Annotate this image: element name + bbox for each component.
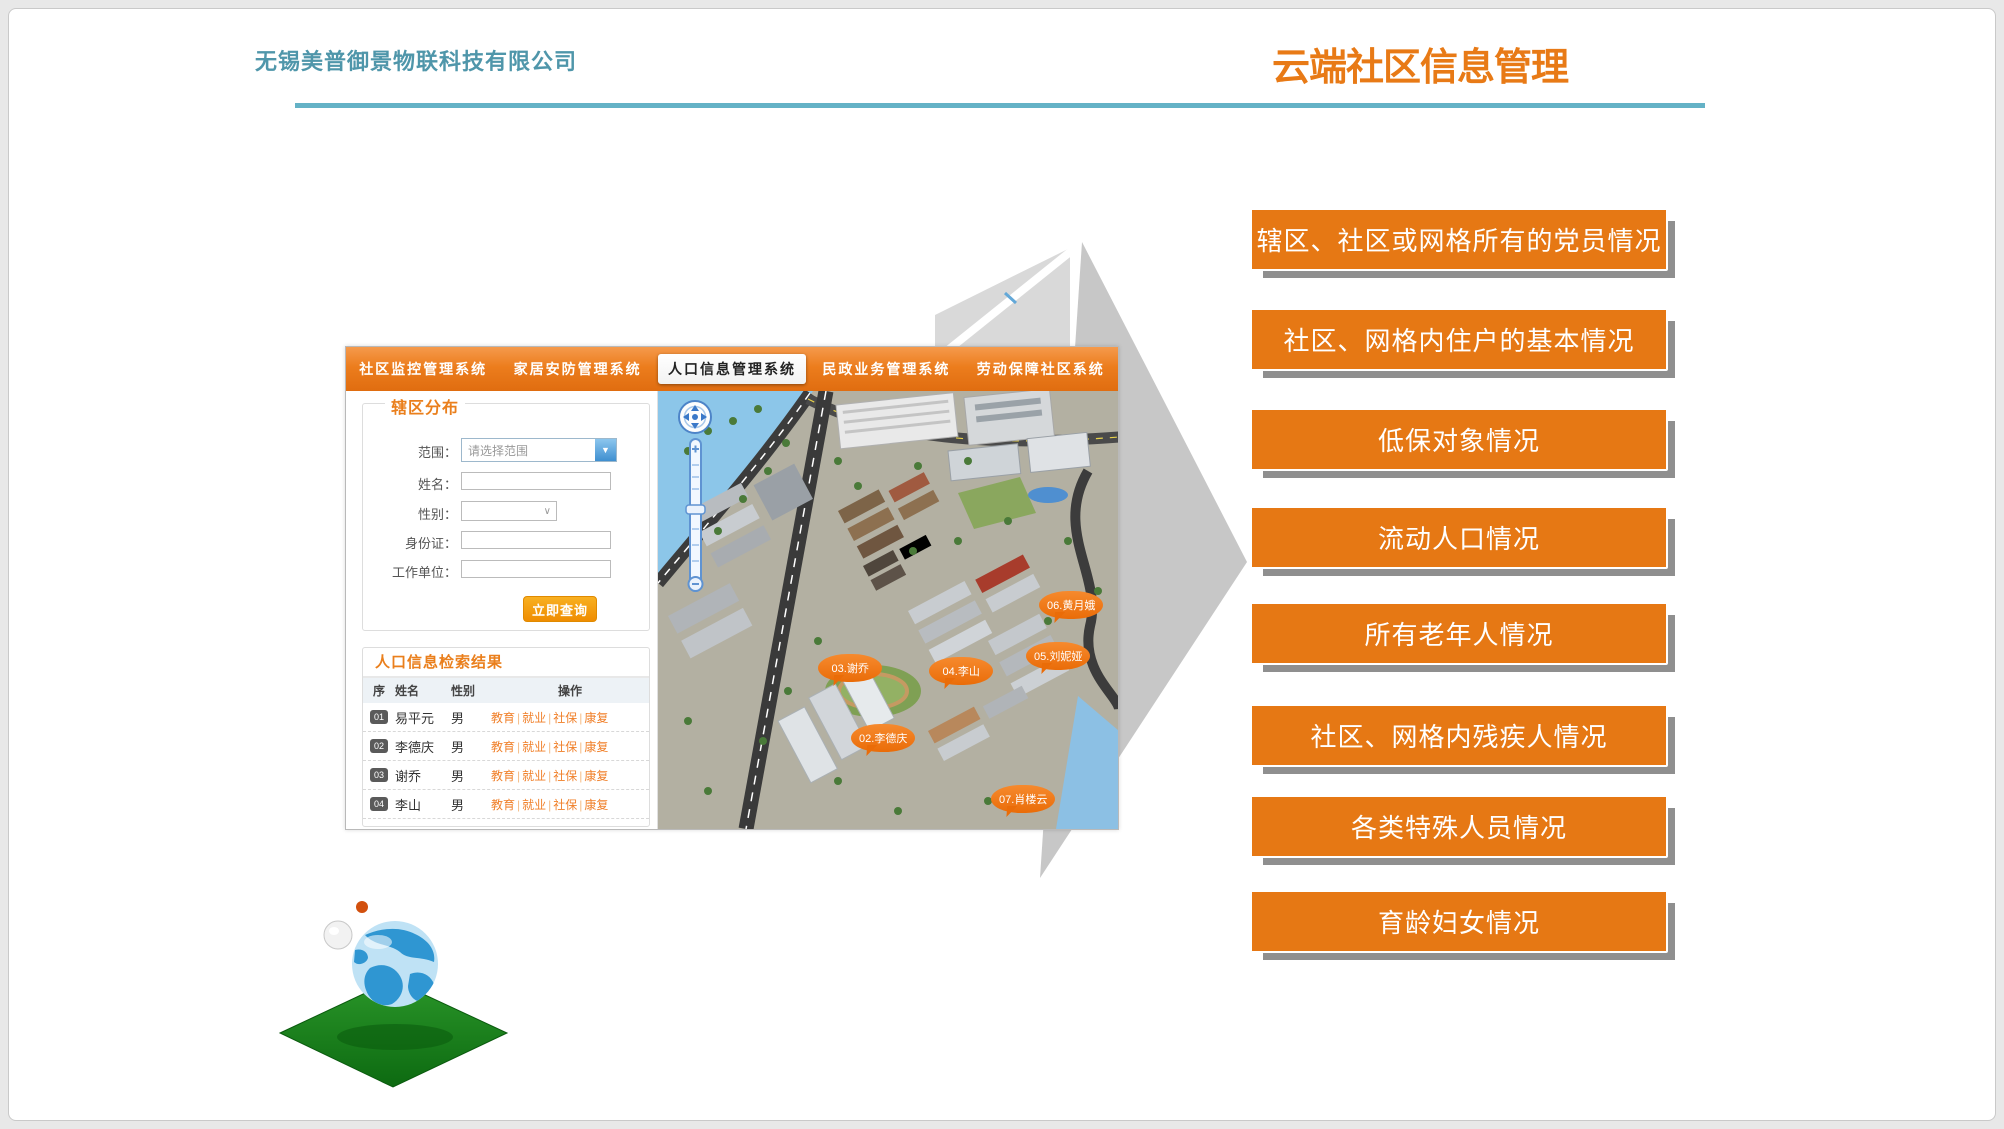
action-link[interactable]: 就业	[522, 740, 546, 754]
feature-banner-elderly: 所有老年人情况	[1250, 602, 1668, 665]
tab-home-security[interactable]: 家居安防管理系统	[504, 354, 652, 384]
chevron-down-icon[interactable]: ▼	[595, 439, 616, 461]
action-link[interactable]: 康复	[584, 798, 608, 812]
action-link[interactable]: 教育	[491, 740, 515, 754]
tab-community-monitor[interactable]: 社区监控管理系统	[349, 354, 497, 384]
action-link[interactable]: 康复	[584, 711, 608, 725]
table-row: 02 李德庆 男 教育|就业|社保|康复	[363, 732, 649, 761]
action-link[interactable]: 社保	[553, 798, 577, 812]
map-marker[interactable]: 03.谢乔	[818, 654, 882, 682]
work-unit-field[interactable]	[461, 560, 611, 578]
action-link[interactable]: 康复	[584, 769, 608, 783]
map-marker[interactable]: 05.刘妮娅	[1026, 642, 1090, 670]
orange-dot	[356, 901, 368, 913]
map-marker[interactable]: 04.李山	[929, 657, 993, 685]
district-fieldset: 辖区分布 范围： 请选择范围 ▼ 姓名： 性别： ∨ 身份证： 工作单位： 立即…	[362, 403, 650, 631]
feature-banner-migrants: 流动人口情况	[1250, 506, 1668, 569]
action-link[interactable]: 就业	[522, 769, 546, 783]
query-button[interactable]: 立即查询	[523, 596, 597, 622]
action-link[interactable]: 教育	[491, 711, 515, 725]
map-view[interactable]: 02.李德庆 03.谢乔 04.李山 05.刘妮娅 06.黄月娥 07.肖楼云	[658, 391, 1118, 829]
table-row: 04 李山 男 教育|就业|社保|康复	[363, 790, 649, 819]
results-title: 人口信息检索结果	[363, 648, 649, 678]
action-link[interactable]: 社保	[553, 711, 577, 725]
action-link[interactable]: 就业	[522, 798, 546, 812]
white-sphere	[324, 921, 352, 949]
id-card-field[interactable]	[461, 531, 611, 549]
work-unit-label: 工作单位：	[363, 562, 457, 581]
table-row: 01 易平元 男 教育|就业|社保|康复	[363, 703, 649, 732]
name-field[interactable]	[461, 472, 611, 490]
map-marker[interactable]: 06.黄月娥	[1039, 591, 1103, 619]
row-number-badge: 04	[370, 797, 388, 811]
scope-select[interactable]: 请选择范围 ▼	[461, 438, 617, 462]
map-zoom-control[interactable]	[670, 393, 720, 613]
action-link[interactable]: 社保	[553, 769, 577, 783]
app-nav-bar: 社区监控管理系统 家居安防管理系统 人口信息管理系统 民政业务管理系统 劳动保障…	[346, 347, 1118, 391]
feature-banner-disabled: 社区、网格内残疾人情况	[1250, 704, 1668, 767]
action-link[interactable]: 教育	[491, 769, 515, 783]
feature-banner-special-groups: 各类特殊人员情况	[1250, 795, 1668, 858]
gender-label: 性别：	[363, 504, 457, 523]
scope-label: 范围：	[363, 442, 457, 461]
action-link[interactable]: 康复	[584, 740, 608, 754]
row-number-badge: 01	[370, 710, 388, 724]
gender-select[interactable]: ∨	[461, 501, 557, 521]
search-panel: 辖区分布 范围： 请选择范围 ▼ 姓名： 性别： ∨ 身份证： 工作单位： 立即…	[346, 391, 658, 829]
feature-banner-low-income: 低保对象情况	[1250, 408, 1668, 471]
fieldset-title: 辖区分布	[385, 394, 465, 418]
map-marker[interactable]: 07.肖楼云	[991, 785, 1055, 813]
tab-population-info[interactable]: 人口信息管理系统	[658, 354, 806, 384]
results-header-row: 序 姓名 性别 操作	[363, 678, 649, 703]
feature-banner-households: 社区、网格内住户的基本情况	[1250, 308, 1668, 371]
row-number-badge: 02	[370, 739, 388, 753]
feature-banner-party-members: 辖区、社区或网格所有的党员情况	[1250, 208, 1668, 271]
chevron-down-icon: ∨	[544, 506, 556, 517]
results-panel: 人口信息检索结果 序 姓名 性别 操作 01 易平元 男 教育|就业|社保|康复…	[362, 647, 650, 827]
app-window: 社区监控管理系统 家居安防管理系统 人口信息管理系统 民政业务管理系统 劳动保障…	[345, 346, 1119, 830]
company-name: 无锡美普御景物联科技有限公司	[255, 44, 577, 76]
tab-labor-security[interactable]: 劳动保障社区系统	[967, 354, 1115, 384]
id-card-label: 身份证：	[363, 533, 457, 552]
tab-civil-affairs[interactable]: 民政业务管理系统	[812, 354, 960, 384]
action-link[interactable]: 教育	[491, 798, 515, 812]
table-row: 03 谢乔 男 教育|就业|社保|康复	[363, 761, 649, 790]
arrow-echo	[935, 248, 1070, 346]
map-marker[interactable]: 02.李德庆	[851, 724, 915, 752]
row-number-badge: 03	[370, 768, 388, 782]
action-link[interactable]: 社保	[553, 740, 577, 754]
name-label: 姓名：	[363, 474, 457, 493]
feature-banner-childbearing-women: 育龄妇女情况	[1250, 890, 1668, 953]
header-divider	[295, 103, 1705, 108]
action-link[interactable]: 就业	[522, 711, 546, 725]
page-title: 云端社区信息管理	[1272, 36, 1568, 91]
globe-logo	[270, 890, 530, 1100]
